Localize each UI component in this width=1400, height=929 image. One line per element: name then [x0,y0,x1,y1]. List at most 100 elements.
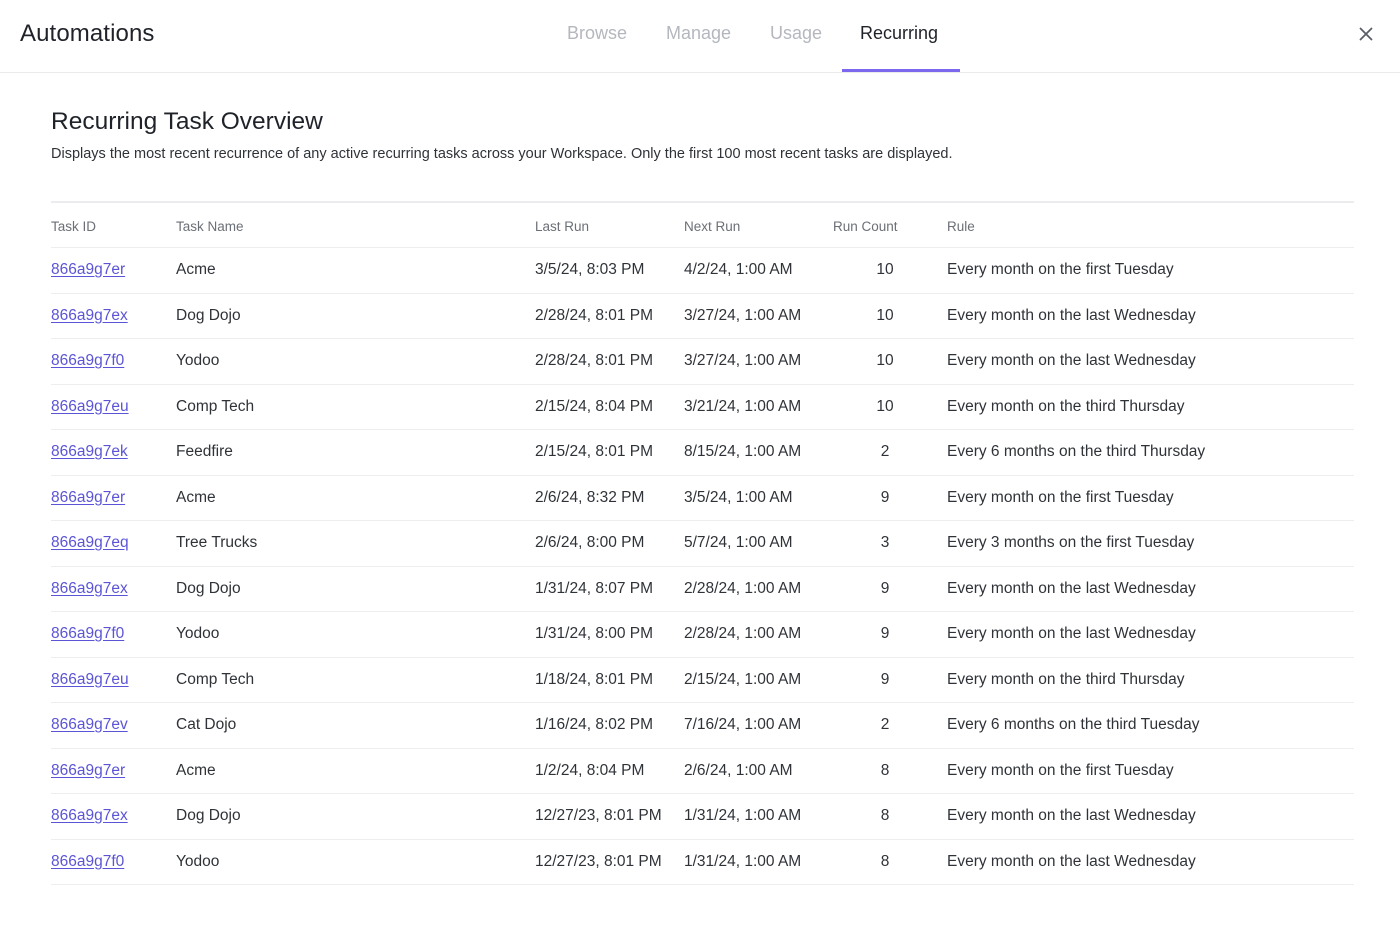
task-name: Yodoo [176,852,220,870]
table-row: 866a9g7eu Comp Tech 1/18/24, 8:01 PM 2/1… [51,658,1354,703]
next-run: 3/5/24, 1:00 AM [684,488,793,506]
rule: Every month on the third Thursday [947,397,1185,415]
last-run: 1/2/24, 8:04 PM [535,761,645,779]
run-count: 9 [880,625,890,643]
last-run: 2/6/24, 8:32 PM [535,488,645,506]
next-run: 8/15/24, 1:00 AM [684,443,802,461]
task-id-link[interactable]: 866a9g7eq [51,534,129,552]
run-count: 9 [880,579,890,597]
table-header: Task ID Task Name Last Run Next Run Run … [51,203,1354,248]
task-id-link[interactable]: 866a9g7ex [51,580,128,598]
table-row: 866a9g7er Acme 2/6/24, 8:32 PM 3/5/24, 1… [51,476,1354,521]
next-run: 3/21/24, 1:00 AM [684,397,802,415]
rule: Every month on the last Wednesday [947,352,1196,370]
close-button[interactable] [1354,22,1378,46]
next-run: 5/7/24, 1:00 AM [684,534,793,552]
task-id-link[interactable]: 866a9g7er [51,261,125,279]
tab-browse[interactable]: Browse [567,23,627,44]
next-run: 7/16/24, 1:00 AM [684,716,802,734]
table-row: 866a9g7eq Tree Trucks 2/6/24, 8:00 PM 5/… [51,521,1354,567]
last-run: 1/16/24, 8:02 PM [535,716,654,734]
run-count: 9 [880,488,890,506]
task-name: Feedfire [176,443,233,461]
task-name: Acme [176,261,216,279]
rule: Every month on the last Wednesday [947,306,1196,324]
tab-recurring[interactable]: Recurring [860,23,938,44]
close-icon [1359,27,1373,41]
last-run: 2/28/24, 8:01 PM [535,306,654,324]
column-header-run-count: Run Count [833,218,898,234]
rule: Every 6 months on the third Tuesday [947,716,1200,734]
column-header-task-name: Task Name [176,218,244,234]
rule: Every month on the first Tuesday [947,761,1174,779]
task-name: Comp Tech [176,670,255,688]
task-id-link[interactable]: 866a9g7f0 [51,352,124,370]
rule: Every month on the last Wednesday [947,625,1196,643]
run-count: 10 [876,306,894,324]
run-count: 2 [880,443,890,461]
task-name: Cat Dojo [176,716,237,734]
table-row: 866a9g7ex Dog Dojo 12/27/23, 8:01 PM 1/3… [51,794,1354,840]
table-row: 866a9g7f0 Yodoo 2/28/24, 8:01 PM 3/27/24… [51,339,1354,385]
task-id-link[interactable]: 866a9g7ek [51,443,128,461]
task-id-link[interactable]: 866a9g7eu [51,398,129,416]
next-run: 2/28/24, 1:00 AM [684,579,802,597]
next-run: 1/31/24, 1:00 AM [684,807,802,825]
next-run: 3/27/24, 1:00 AM [684,306,802,324]
table-row: 866a9g7er Acme 1/2/24, 8:04 PM 2/6/24, 1… [51,749,1354,794]
next-run: 1/31/24, 1:00 AM [684,852,802,870]
task-id-link[interactable]: 866a9g7f0 [51,625,124,643]
run-count: 9 [880,670,890,688]
top-bar: Automations Browse Manage Usage Recurrin… [0,0,1400,73]
task-id-link[interactable]: 866a9g7er [51,762,125,780]
rule: Every month on the first Tuesday [947,488,1174,506]
table-row: 866a9g7f0 Yodoo 1/31/24, 8:00 PM 2/28/24… [51,612,1354,658]
tab-manage[interactable]: Manage [666,23,731,44]
run-count: 10 [876,397,894,415]
table-row: 866a9g7ek Feedfire 2/15/24, 8:01 PM 8/15… [51,430,1354,476]
page-title: Recurring Task Overview [51,108,323,135]
run-count: 8 [880,807,890,825]
rule: Every month on the last Wednesday [947,807,1196,825]
table-body: 866a9g7er Acme 3/5/24, 8:03 PM 4/2/24, 1… [51,248,1354,885]
column-header-next-run: Next Run [684,218,741,234]
last-run: 2/28/24, 8:01 PM [535,352,654,370]
last-run: 12/27/23, 8:01 PM [535,807,662,825]
next-run: 4/2/24, 1:00 AM [684,261,793,279]
task-name: Acme [176,488,216,506]
run-count: 10 [876,261,894,279]
table-row: 866a9g7ex Dog Dojo 2/28/24, 8:01 PM 3/27… [51,294,1354,339]
task-id-link[interactable]: 866a9g7er [51,489,125,507]
task-name: Dog Dojo [176,579,241,597]
task-id-link[interactable]: 866a9g7ev [51,716,128,734]
app-title: Automations [20,20,155,47]
task-name: Yodoo [176,625,220,643]
rule: Every month on the last Wednesday [947,579,1196,597]
task-id-link[interactable]: 866a9g7ex [51,807,128,825]
rule: Every 3 months on the first Tuesday [947,534,1195,552]
last-run: 1/31/24, 8:07 PM [535,579,654,597]
run-count: 8 [880,761,890,779]
run-count: 8 [880,852,890,870]
task-id-link[interactable]: 866a9g7eu [51,671,129,689]
recurring-tasks-table: Task ID Task Name Last Run Next Run Run … [51,201,1354,885]
next-run: 2/6/24, 1:00 AM [684,761,793,779]
task-name: Tree Trucks [176,534,258,552]
table-row: 866a9g7f0 Yodoo 12/27/23, 8:01 PM 1/31/2… [51,840,1354,885]
table-row: 866a9g7eu Comp Tech 2/15/24, 8:04 PM 3/2… [51,385,1354,430]
task-name: Acme [176,761,216,779]
last-run: 1/31/24, 8:00 PM [535,625,654,643]
run-count: 10 [876,352,894,370]
task-id-link[interactable]: 866a9g7f0 [51,853,124,871]
task-name: Dog Dojo [176,807,241,825]
tab-usage[interactable]: Usage [770,23,822,44]
last-run: 12/27/23, 8:01 PM [535,852,662,870]
next-run: 3/27/24, 1:00 AM [684,352,802,370]
last-run: 1/18/24, 8:01 PM [535,670,654,688]
task-name: Comp Tech [176,397,255,415]
column-header-last-run: Last Run [535,218,590,234]
table-row: 866a9g7ev Cat Dojo 1/16/24, 8:02 PM 7/16… [51,703,1354,749]
task-id-link[interactable]: 866a9g7ex [51,307,128,325]
rule: Every month on the first Tuesday [947,261,1174,279]
table-row: 866a9g7er Acme 3/5/24, 8:03 PM 4/2/24, 1… [51,248,1354,294]
